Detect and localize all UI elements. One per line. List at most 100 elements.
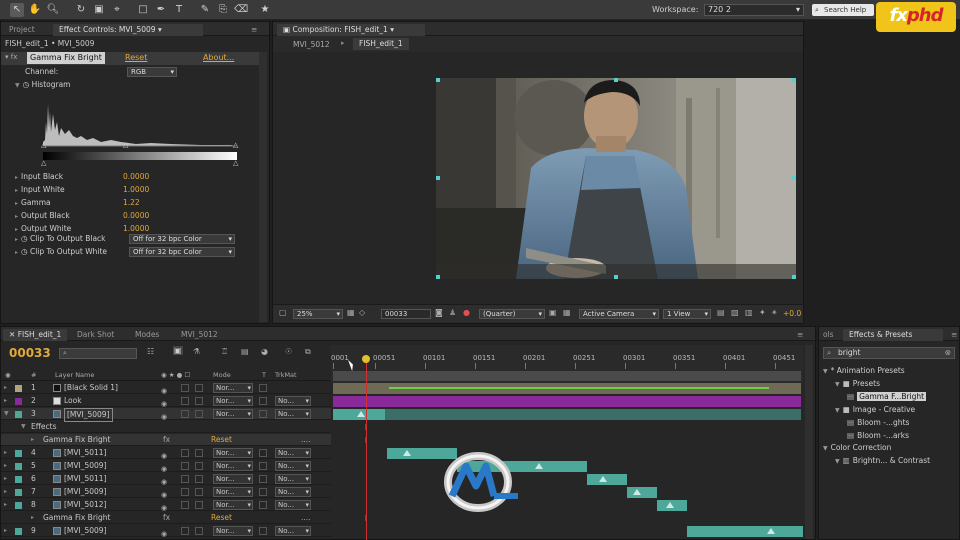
tab-timeline-0[interactable]: ✕ FISH_edit_1 [3, 329, 68, 341]
layer-switches-icon[interactable]: ◉ [161, 528, 167, 540]
brush-tool-icon[interactable]: ✎ [198, 3, 212, 17]
effects-tree-item[interactable]: ▼ ■ Image - Creative [835, 404, 915, 416]
preserve-transparency-box[interactable] [259, 384, 267, 392]
param-value[interactable]: 0.0000 [123, 171, 149, 183]
layer-row[interactable]: ▸ 8 [MVI_5012] ◉ Nor... ▾ No... ▾ [1, 499, 331, 512]
timeline-scrollbar[interactable] [805, 345, 813, 539]
expand-triangle-icon[interactable]: ▼ [835, 407, 840, 414]
tab-composition[interactable]: ▣ Composition: FISH_edit_1 ▾ [277, 24, 425, 36]
preserve-transparency-box[interactable] [259, 462, 267, 470]
preserve-transparency-box[interactable] [259, 527, 267, 535]
mode-select[interactable]: Nor... ▾ [213, 487, 253, 497]
expand-triangle-icon[interactable]: ▼ [823, 368, 828, 375]
trkmat-select[interactable]: No... ▾ [275, 487, 311, 497]
trkmat-select[interactable]: No... ▾ [275, 448, 311, 458]
panel-menu-icon[interactable]: ≡ [791, 329, 809, 341]
comp-mini-flowchart-icon[interactable]: ☷ [147, 347, 154, 356]
expand-triangle-icon[interactable]: ▸ [4, 486, 7, 498]
eraser-tool-icon[interactable]: ⌫ [234, 3, 248, 17]
expand-triangle-icon[interactable]: ▼ [21, 421, 26, 433]
keyframe-marker-icon[interactable] [767, 528, 775, 534]
transform-handle[interactable] [614, 275, 618, 279]
lock-box[interactable] [195, 397, 203, 405]
preserve-transparency-box[interactable] [259, 397, 267, 405]
expand-triangle-icon[interactable]: ▸ [4, 460, 7, 472]
type-tool-icon[interactable]: T [172, 3, 186, 17]
layer-row[interactable]: ▸ 4 [MVI_5011] ◉ Nor... ▾ No... ▾ [1, 447, 331, 460]
toggle-pixel-aspect-icon[interactable]: ▤ [717, 308, 725, 317]
tab-tools[interactable]: ols [817, 329, 840, 341]
param-value[interactable]: 0.0000 [123, 210, 149, 222]
layer-row[interactable]: ▸ 7 [MVI_5009] ◉ Nor... ▾ No... ▾ [1, 486, 331, 499]
layer-name[interactable]: [MVI_5009] [64, 460, 107, 472]
label-color-swatch[interactable] [15, 411, 22, 418]
mode-select[interactable]: Nor... ▾ [213, 409, 253, 419]
lock-box[interactable] [195, 475, 203, 483]
comp-viewer-image[interactable] [436, 78, 796, 279]
rectangle-tool-icon[interactable]: □ [136, 3, 150, 17]
brainstorm-icon[interactable]: ☉ [285, 347, 292, 356]
zoom-select[interactable]: 25% ▾ [293, 309, 343, 319]
timeline-icon[interactable]: ▥ [745, 308, 753, 317]
trkmat-select[interactable]: No... ▾ [275, 396, 311, 406]
work-area-bar[interactable] [333, 371, 801, 381]
effects-tree-item[interactable]: ▤ Gamma F...Bright [847, 391, 927, 403]
label-color-swatch[interactable] [15, 385, 22, 392]
lock-box[interactable] [195, 501, 203, 509]
label-color-swatch[interactable] [15, 476, 22, 483]
layer-duration-bar[interactable] [587, 474, 627, 485]
effect-row[interactable]: ▸ Gamma Fix Bright fx Reset.... [1, 434, 331, 446]
pen-tool-icon[interactable]: ✒ [154, 3, 168, 17]
layer-row[interactable]: ▸ 9 [MVI_5009] ◉ Nor... ▾ No... ▾ [1, 525, 331, 540]
selection-tool-icon[interactable]: ↖ [10, 3, 24, 17]
label-color-swatch[interactable] [15, 450, 22, 457]
tab-timeline-3[interactable]: MVI_5012 [175, 329, 224, 341]
mode-select[interactable]: Nor... ▾ [213, 474, 253, 484]
trkmat-select[interactable]: No... ▾ [275, 409, 311, 419]
rotate-tool-icon[interactable]: ↻ [74, 3, 88, 17]
live-update-icon[interactable]: ▣ [173, 346, 183, 355]
mode-select[interactable]: Nor... ▾ [213, 526, 253, 536]
layer-row[interactable]: ▸ 1 [Black Solid 1] ◉ Nor... ▾ [1, 382, 331, 395]
comp-crumb-2[interactable]: FISH_edit_1 [353, 38, 409, 50]
current-time-indicator[interactable] [366, 355, 367, 540]
histogram-row[interactable]: ▼ ◷ Histogram [15, 79, 265, 91]
current-time[interactable]: 00033 [9, 346, 51, 360]
keyframe-marker-icon[interactable] [535, 463, 543, 469]
always-preview-icon[interactable]: ▢ [279, 308, 287, 317]
solo-box[interactable] [181, 462, 189, 470]
preserve-transparency-box[interactable] [259, 488, 267, 496]
expand-triangle-icon[interactable]: ▸ [4, 525, 7, 537]
solo-box[interactable] [181, 410, 189, 418]
fx-toggle-icon[interactable]: fx [163, 434, 170, 446]
layer-row[interactable]: ▸ 2 Look ◉ Nor... ▾ No... ▾ [1, 395, 331, 408]
mode-select[interactable]: Nor... ▾ [213, 500, 253, 510]
expand-triangle-icon[interactable]: ▸ [4, 473, 7, 485]
mode-select[interactable]: Nor... ▾ [213, 461, 253, 471]
expand-triangle-icon[interactable]: ▸ [31, 512, 34, 524]
layer-duration-bar[interactable] [333, 409, 801, 420]
layer-row[interactable]: ▸ 6 [MVI_5011] ◉ Nor... ▾ No... ▾ [1, 473, 331, 486]
transform-handle[interactable] [436, 176, 440, 180]
clear-search-icon[interactable]: ⊗ [945, 348, 951, 358]
tab-effect-controls[interactable]: Effect Controls: MVI_5009 ▾ [53, 24, 203, 36]
playhead-handle[interactable] [362, 355, 370, 363]
input-white-handle-icon[interactable]: △ [233, 140, 238, 149]
mode-select[interactable]: Nor... ▾ [213, 448, 253, 458]
layer-name[interactable]: [MVI_5009] [64, 408, 113, 422]
expand-triangle-icon[interactable]: ▼ [835, 381, 840, 388]
preserve-transparency-box[interactable] [259, 449, 267, 457]
effect-row[interactable]: ▸ Gamma Fix Bright fx Reset.... [1, 512, 331, 524]
tab-timeline-2[interactable]: Modes [129, 329, 165, 341]
keyframe-marker-icon[interactable] [403, 450, 411, 456]
comp-crumb-1[interactable]: MVI_5012 [293, 40, 330, 49]
keyframe-marker-icon[interactable] [357, 411, 365, 417]
fast-previews-icon[interactable]: ▧ [731, 308, 739, 317]
lock-box[interactable] [195, 462, 203, 470]
clip-black-select[interactable]: Off for 32 bpc Color ▾ [129, 234, 235, 244]
trkmat-select[interactable]: No... ▾ [275, 526, 311, 536]
effects-tree-item[interactable]: ▼ ▥ Brightn... & Contrast [835, 455, 930, 467]
layer-duration-bar[interactable] [333, 396, 801, 407]
tab-effects-presets[interactable]: Effects & Presets [843, 329, 943, 341]
layer-name[interactable]: [MVI_5009] [64, 525, 107, 537]
